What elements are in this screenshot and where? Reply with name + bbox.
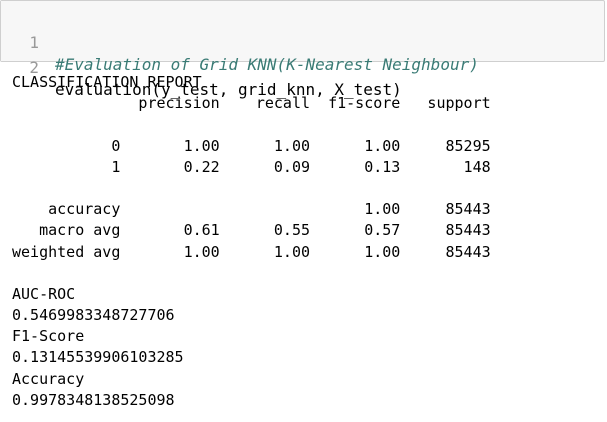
metric-label: F1-Score — [12, 327, 85, 346]
code-line-1[interactable]: 1 #Evaluation of Grid KNN(K-Nearest Neig… — [1, 10, 601, 74]
code-cell[interactable]: 1 #Evaluation of Grid KNN(K-Nearest Neig… — [0, 0, 605, 99]
report-row — [12, 114, 491, 135]
report-row: accuracy 1.00 85443 — [12, 200, 491, 219]
report-row: 1 0.22 0.09 0.13 148 — [12, 157, 491, 176]
metric-label: Accuracy — [12, 369, 85, 388]
metric-value: 0.5469983348727706 — [12, 306, 175, 325]
metric-label: AUC-ROC — [12, 284, 76, 303]
report-row — [12, 178, 491, 199]
cell-output: CLASSIFICATION REPORT precision recall f… — [12, 72, 491, 411]
code-line-2[interactable]: 2 evaluation(y_test, grid_knn, X_test) — [1, 35, 601, 99]
metric-value: 0.13145539906103285 — [12, 348, 184, 367]
report-row — [12, 263, 491, 284]
report-row: 0 1.00 1.00 1.00 85295 — [12, 136, 491, 155]
metric-value: 0.9978348138525098 — [12, 390, 175, 409]
report-heading: CLASSIFICATION REPORT — [12, 73, 202, 91]
report-row: macro avg 0.61 0.55 0.57 85443 — [12, 221, 491, 240]
report-row: weighted avg 1.00 1.00 1.00 85443 — [12, 242, 491, 261]
report-column-header: precision recall f1-score support — [12, 94, 491, 113]
